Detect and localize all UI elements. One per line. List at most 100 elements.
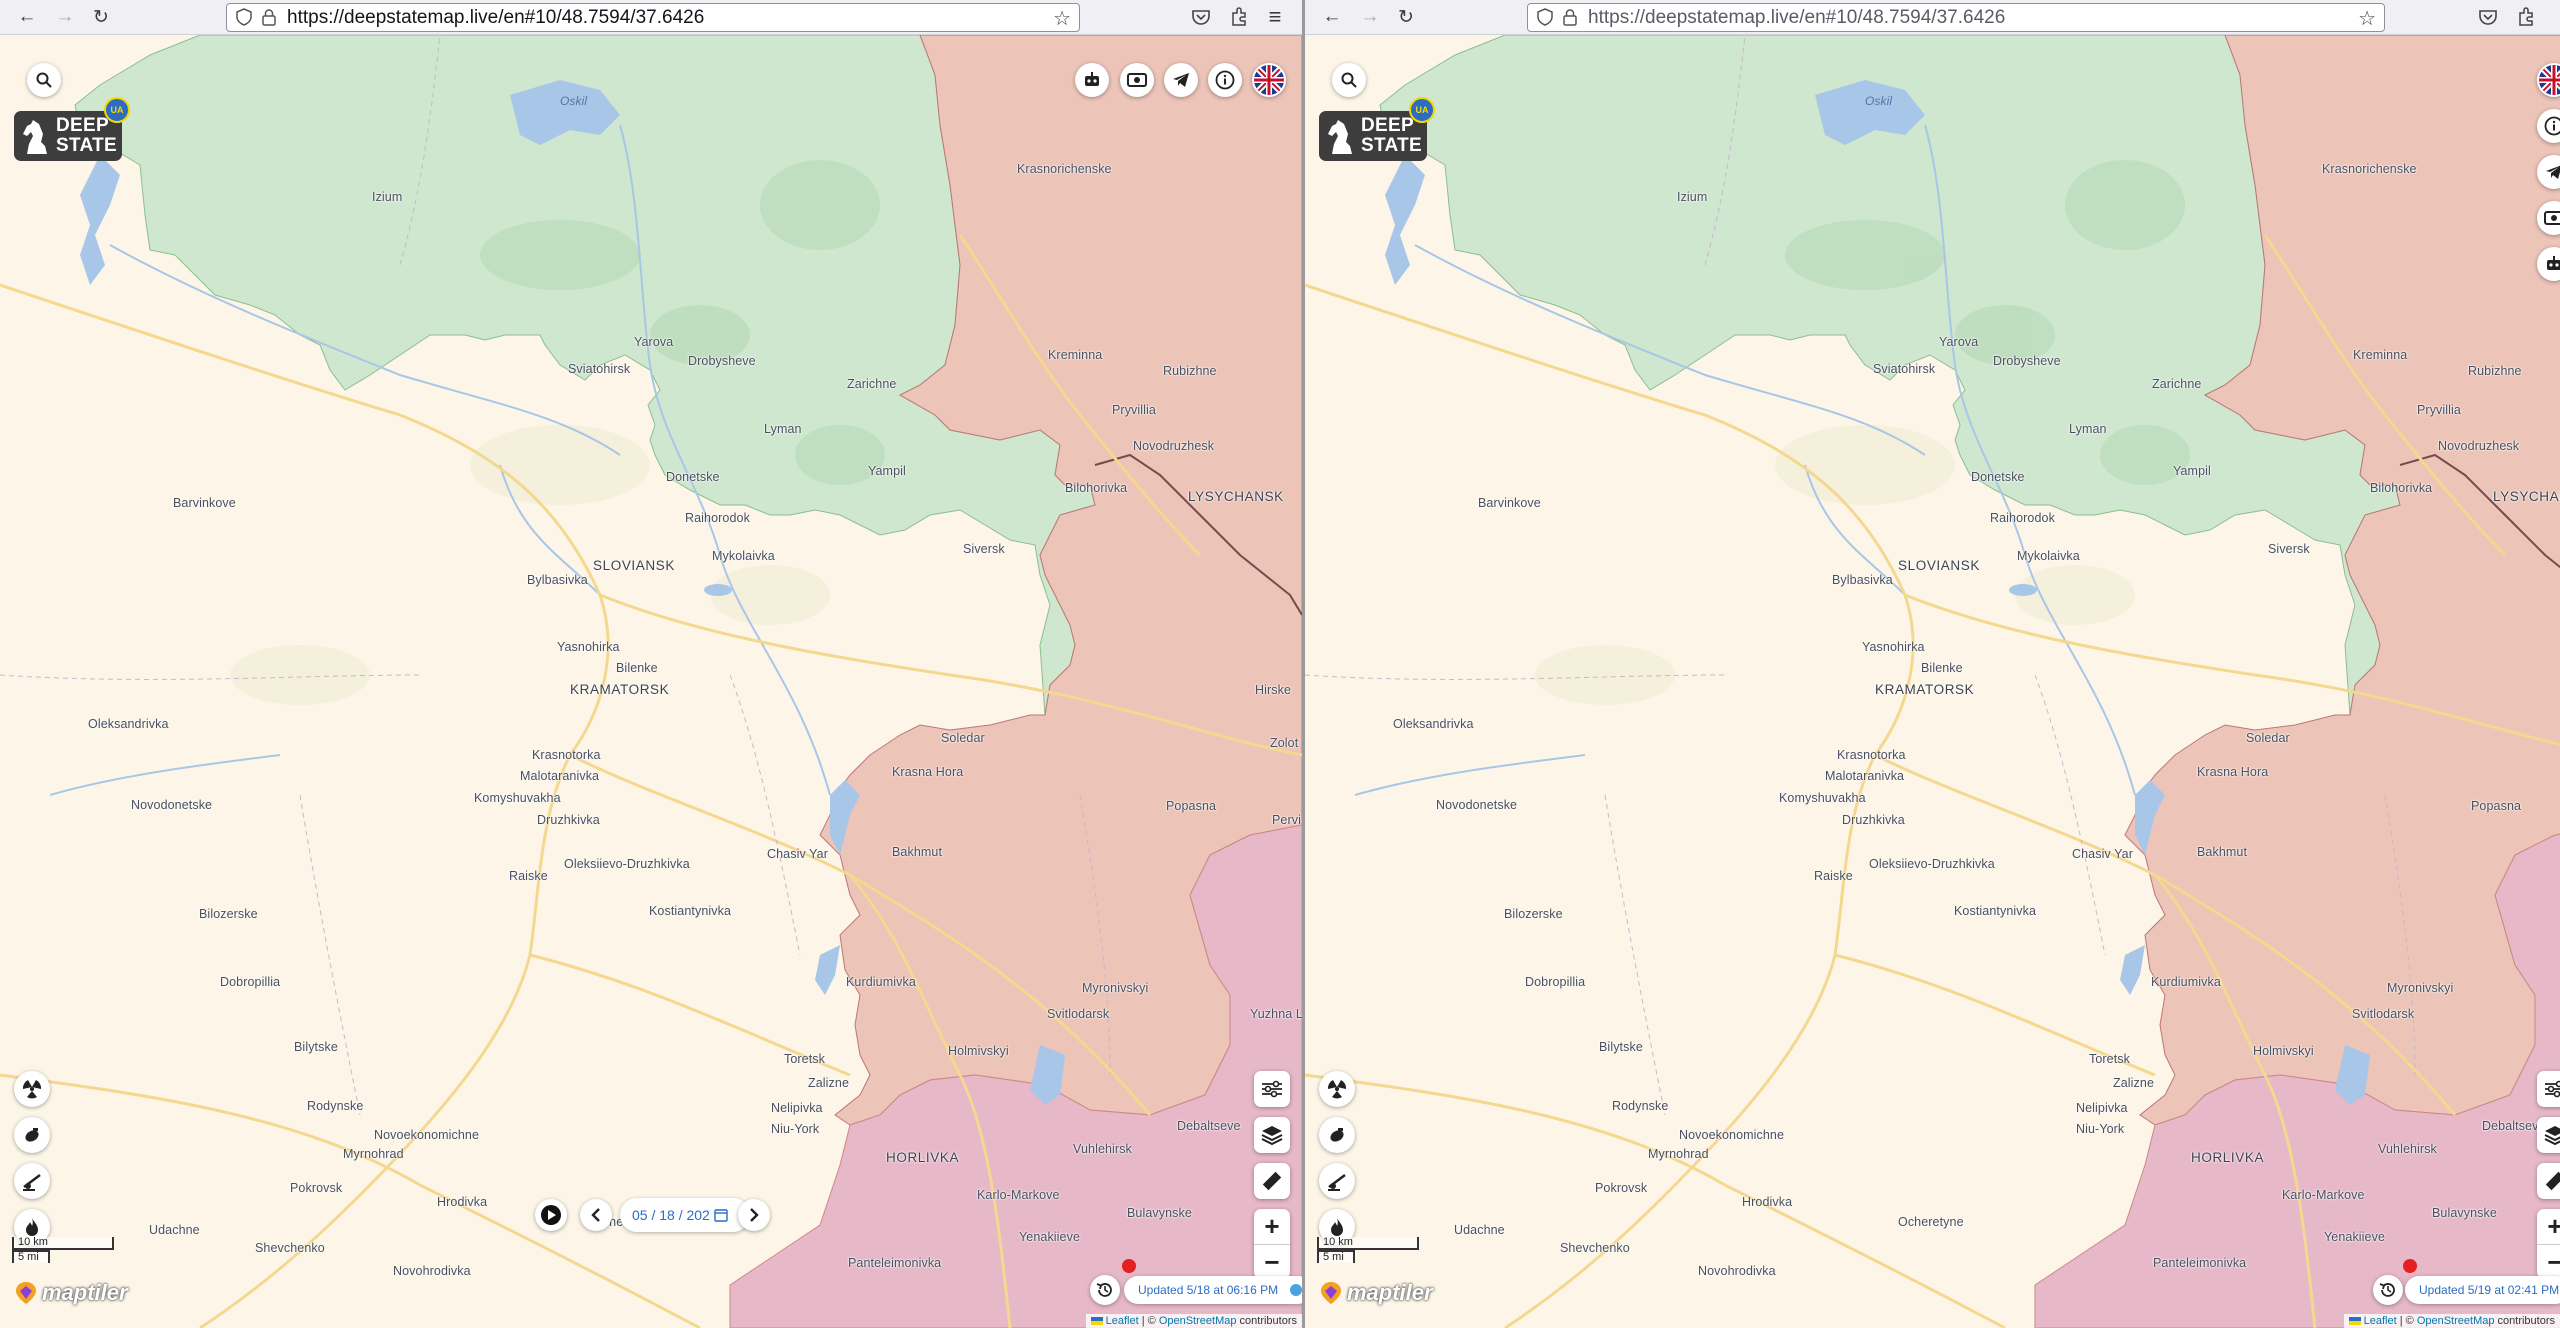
place-label: Soledar bbox=[2246, 731, 2290, 745]
layers-button[interactable] bbox=[2537, 1117, 2560, 1153]
info-button[interactable] bbox=[1208, 63, 1242, 97]
bookmark-star-icon[interactable]: ☆ bbox=[2358, 6, 2376, 31]
place-label: Bylbasivka bbox=[527, 573, 588, 587]
play-button[interactable] bbox=[535, 1199, 567, 1231]
place-label: Rubizhne bbox=[2468, 364, 2522, 378]
search-button[interactable] bbox=[1332, 63, 1366, 97]
place-label: Nelipivka bbox=[2076, 1101, 2128, 1115]
place-label: Debaltseve bbox=[1177, 1119, 1241, 1133]
place-label: Panteleimonivka bbox=[848, 1256, 942, 1270]
extensions-icon[interactable] bbox=[2515, 6, 2537, 28]
artillery-layer-button[interactable] bbox=[1319, 1163, 1355, 1199]
deepstate-logo[interactable]: DEEP STATE bbox=[14, 111, 122, 161]
back-arrow-icon[interactable]: ← bbox=[1319, 4, 1345, 30]
place-label: Kreminna bbox=[2353, 348, 2408, 362]
place-label: Dobropillia bbox=[1525, 975, 1586, 989]
lock-icon[interactable] bbox=[261, 8, 277, 26]
place-label: Novodonetske bbox=[1436, 798, 1518, 812]
leaflet-link[interactable]: Leaflet bbox=[1106, 1315, 1139, 1327]
reload-icon[interactable]: ↻ bbox=[88, 4, 114, 30]
osm-link[interactable]: OpenStreetMap bbox=[2417, 1315, 2495, 1327]
shield-icon[interactable] bbox=[1536, 8, 1554, 26]
history-button[interactable] bbox=[1090, 1275, 1120, 1305]
layers-button[interactable] bbox=[1254, 1117, 1290, 1153]
lock-icon[interactable] bbox=[1562, 8, 1578, 26]
place-label: Bilozerske bbox=[199, 907, 258, 921]
zoom-control: + − bbox=[1254, 1209, 1290, 1279]
browser-toolbar: ← → ↻ https://deepstatemap.live/en#10/48… bbox=[1305, 0, 2560, 35]
forward-arrow-icon[interactable]: → bbox=[52, 4, 78, 30]
ruler-button[interactable] bbox=[1254, 1163, 1290, 1199]
pocket-icon[interactable] bbox=[1190, 6, 1212, 28]
zoom-out-button[interactable]: − bbox=[1254, 1244, 1290, 1280]
layers-icon bbox=[1261, 1126, 1283, 1146]
reload-icon[interactable]: ↻ bbox=[1393, 4, 1419, 30]
place-label: Udachne bbox=[149, 1223, 200, 1237]
forward-arrow-icon[interactable]: → bbox=[1357, 4, 1383, 30]
menu-hamburger-icon[interactable]: ≡ bbox=[1262, 4, 1288, 30]
donate-button[interactable] bbox=[1120, 63, 1154, 97]
nuclear-layer-button[interactable] bbox=[14, 1071, 50, 1107]
place-label: SLOVIANSK bbox=[1898, 558, 1980, 573]
address-bar[interactable]: https://deepstatemap.live/en#10/48.7594/… bbox=[1527, 3, 2385, 32]
place-label: Zolot bbox=[1270, 736, 1299, 750]
date-picker[interactable]: 05 / 18 / 202 bbox=[620, 1198, 750, 1232]
place-label: Bakhmut bbox=[2197, 845, 2248, 859]
place-label: Yuzhna L bbox=[1250, 1007, 1302, 1021]
address-bar[interactable]: https://deepstatemap.live/en#10/48.7594/… bbox=[226, 3, 1080, 32]
robot-bot-button[interactable] bbox=[1075, 63, 1109, 97]
zoom-in-button[interactable]: + bbox=[1254, 1209, 1290, 1244]
zoom-out-button[interactable]: − bbox=[2537, 1244, 2560, 1280]
place-label: Bilytske bbox=[294, 1040, 338, 1054]
extensions-icon[interactable] bbox=[1228, 6, 1250, 28]
prev-date-button[interactable] bbox=[580, 1199, 612, 1231]
place-label: Barvinkove bbox=[173, 496, 236, 510]
attribution: Leaflet | © OpenStreetMap contributors bbox=[2343, 1314, 2560, 1328]
telegram-button[interactable] bbox=[1164, 63, 1198, 97]
leaflet-link[interactable]: Leaflet bbox=[2364, 1315, 2397, 1327]
filter-settings-button[interactable] bbox=[2537, 1071, 2560, 1107]
updated-status[interactable]: Updated 5/18 at 06:16 PM bbox=[1124, 1276, 1302, 1304]
live-status-dot bbox=[1290, 1284, 1302, 1296]
place-label: Ocheretyne bbox=[1898, 1215, 1964, 1229]
map-canvas[interactable]: Izium Krasnorichenske Kreminna Rubizhne Yaro… bbox=[0, 35, 1302, 1328]
maptiler-logo[interactable]: maptiler bbox=[1319, 1280, 1433, 1306]
zoom-in-button[interactable]: + bbox=[2537, 1209, 2560, 1244]
back-arrow-icon[interactable]: ← bbox=[14, 4, 40, 30]
nuclear-layer-button[interactable] bbox=[1319, 1071, 1355, 1107]
weapon-layer-button[interactable] bbox=[14, 1117, 50, 1153]
pocket-icon[interactable] bbox=[2477, 6, 2499, 28]
place-label: Udachne bbox=[1454, 1223, 1505, 1237]
artillery-icon bbox=[1328, 1174, 1346, 1191]
osm-link[interactable]: OpenStreetMap bbox=[1159, 1315, 1237, 1327]
search-button[interactable] bbox=[27, 63, 61, 97]
place-label: Novohrodivka bbox=[393, 1264, 471, 1278]
place-label: Yarova bbox=[634, 335, 674, 349]
place-label: Zarichne bbox=[2152, 377, 2202, 391]
weapon-layer-button[interactable] bbox=[1319, 1117, 1355, 1153]
filter-settings-button[interactable] bbox=[1254, 1071, 1290, 1107]
deepstate-logo[interactable]: DEEP STATE bbox=[1319, 111, 1427, 161]
ruler-button[interactable] bbox=[2537, 1163, 2560, 1199]
place-label: Lyman bbox=[764, 422, 802, 436]
place-label: Sviatohirsk bbox=[1873, 362, 1936, 376]
place-label: Myrnohrad bbox=[343, 1147, 404, 1161]
artillery-layer-button[interactable] bbox=[14, 1163, 50, 1199]
place-label: Bilohorivka bbox=[1065, 481, 1128, 495]
map-canvas[interactable]: Izium Krasnorichenske Kreminna Rubizhne Yaro… bbox=[1305, 35, 2560, 1328]
updated-status[interactable]: Updated 5/19 at 02:41 PM bbox=[2405, 1276, 2560, 1304]
language-button[interactable] bbox=[1252, 63, 1286, 97]
banknote-icon bbox=[2544, 211, 2560, 225]
next-date-button[interactable] bbox=[738, 1199, 770, 1231]
browser-window-left: ← → ↻ https://deepstatemap.live/en#10/48… bbox=[0, 0, 1305, 1328]
bookmark-star-icon[interactable]: ☆ bbox=[1053, 6, 1071, 31]
place-label: Donetske bbox=[666, 470, 720, 484]
knight-logo-icon bbox=[1328, 120, 1352, 154]
history-button[interactable] bbox=[2373, 1275, 2403, 1305]
telegram-icon bbox=[1173, 73, 1189, 87]
place-label: Komyshuvakha bbox=[474, 791, 561, 805]
shield-icon[interactable] bbox=[235, 8, 253, 26]
place-label: Yasnohirka bbox=[557, 640, 620, 654]
maptiler-logo[interactable]: maptiler bbox=[14, 1280, 128, 1306]
place-label: Donetske bbox=[1971, 470, 2025, 484]
